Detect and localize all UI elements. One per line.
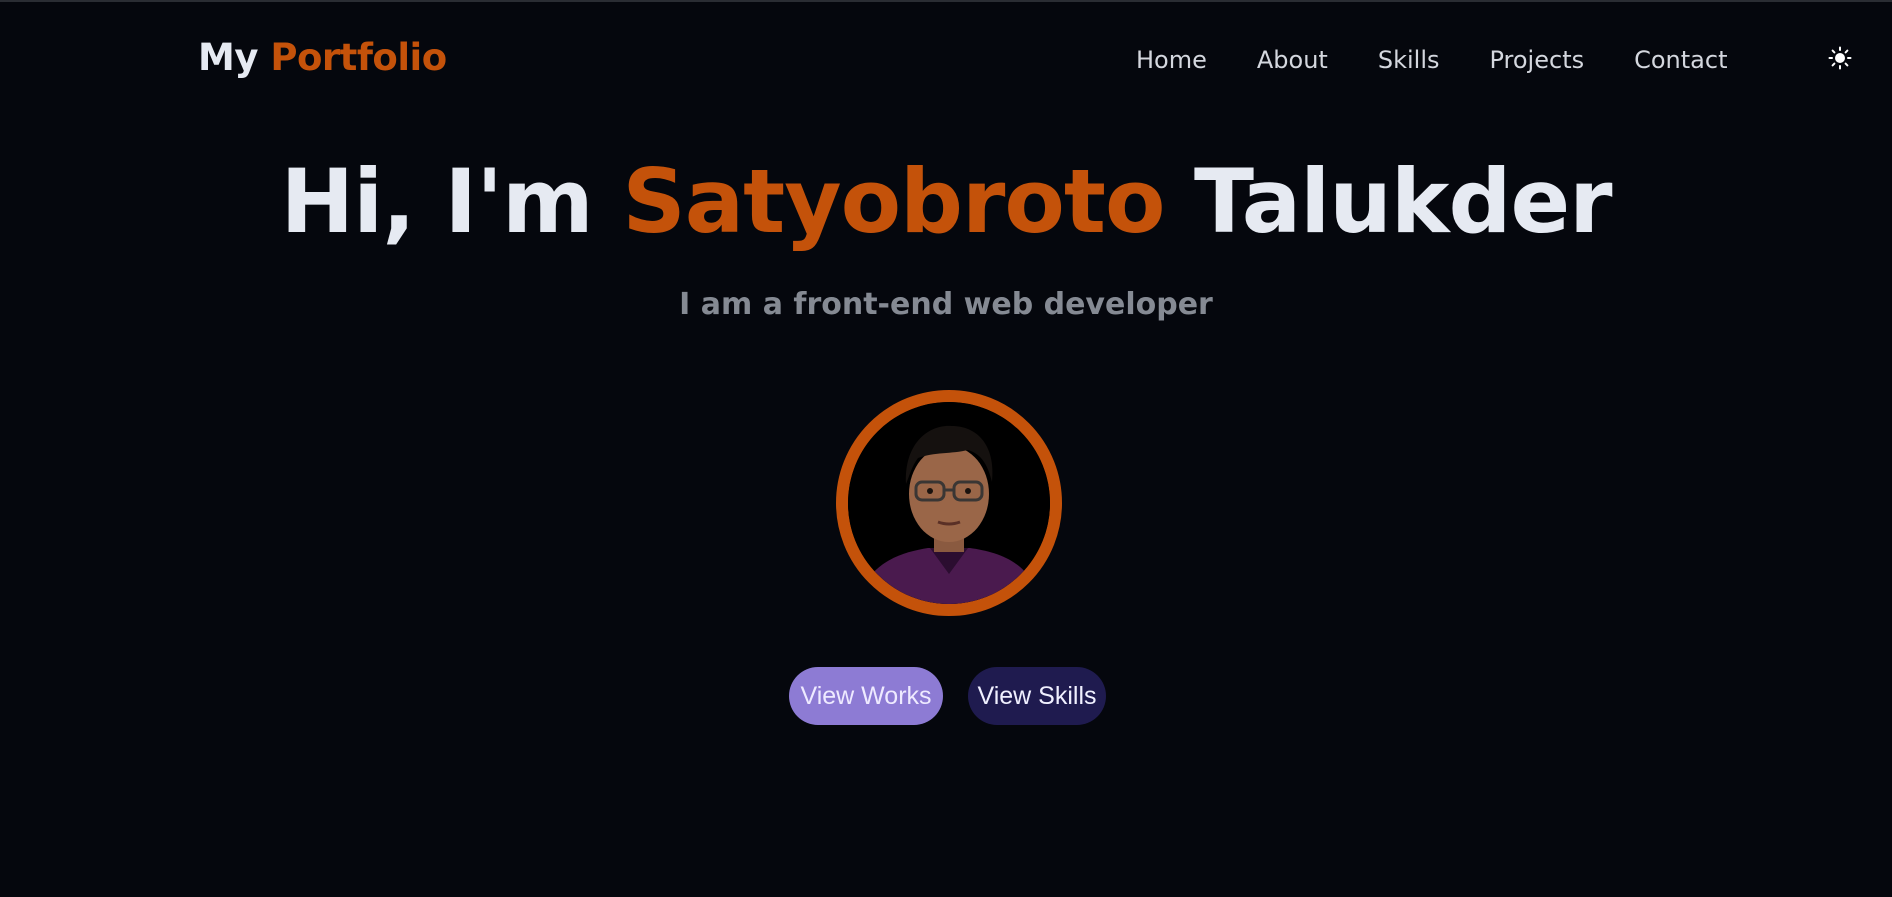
nav-contact-link[interactable]: Contact <box>1634 46 1727 74</box>
profile-photo-icon <box>848 402 1050 604</box>
hero-title: Hi, I'm Satyobroto Talukder <box>0 150 1892 253</box>
logo-text-portfolio: Portfolio <box>270 36 447 79</box>
view-skills-button[interactable]: View Skills <box>968 667 1106 725</box>
navbar: My Portfolio Home About Skills Projects … <box>0 2 1892 120</box>
nav-links: Home About Skills Projects Contact <box>1136 46 1727 74</box>
logo-text-my: My <box>198 36 258 79</box>
nav-about-link[interactable]: About <box>1257 46 1328 74</box>
hero-subtitle: I am a front-end web developer <box>679 287 1213 322</box>
hero-greeting: Hi, I'm <box>280 150 593 253</box>
view-works-button[interactable]: View Works <box>789 667 943 725</box>
hero-first-name: Satyobroto <box>622 150 1165 253</box>
nav-home-link[interactable]: Home <box>1136 46 1207 74</box>
nav-skills-link[interactable]: Skills <box>1378 46 1440 74</box>
site-logo[interactable]: My Portfolio <box>198 36 447 79</box>
nav-projects-link[interactable]: Projects <box>1489 46 1584 74</box>
theme-toggle-button[interactable] <box>1826 44 1854 72</box>
avatar <box>836 390 1062 616</box>
sun-icon <box>1828 46 1852 70</box>
hero-last-name: Talukder <box>1194 150 1612 253</box>
